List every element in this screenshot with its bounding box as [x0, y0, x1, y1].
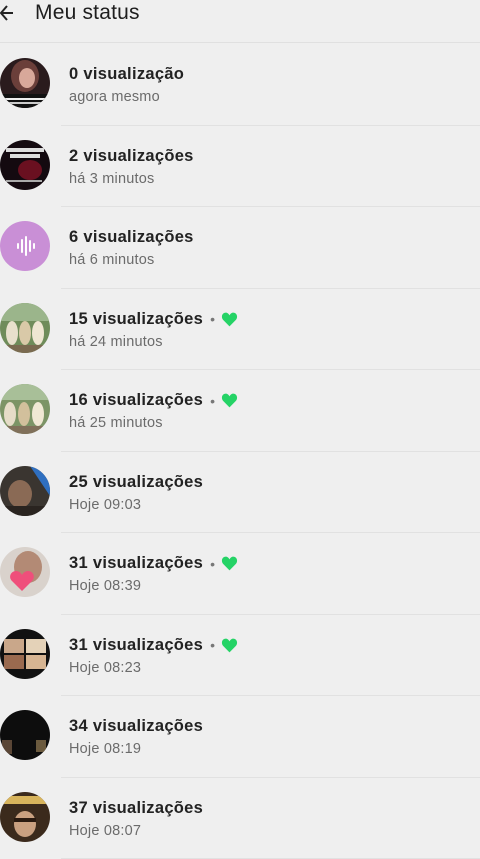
status-item[interactable]: 15 visualizações • há 24 minutos [0, 289, 480, 371]
view-count: 0 visualização [69, 65, 184, 84]
status-time: agora mesmo [69, 89, 160, 105]
status-time: há 3 minutos [69, 171, 154, 187]
status-thumbnail[interactable] [0, 466, 50, 516]
status-thumbnail[interactable] [0, 547, 50, 597]
view-count: 37 visualizações [69, 799, 203, 818]
header-divider [0, 42, 480, 43]
status-thumbnail[interactable] [0, 710, 50, 760]
view-count: 34 visualizações [69, 717, 203, 736]
status-thumbnail[interactable] [0, 58, 50, 108]
status-time: Hoje 08:19 [69, 741, 141, 757]
status-item[interactable]: 16 visualizações • há 25 minutos [0, 370, 480, 452]
status-item[interactable]: 25 visualizações Hoje 09:03 [0, 452, 480, 534]
green-heart-icon [221, 312, 238, 327]
status-list: 0 visualização agora mesmo 2 visualizaçõ… [0, 44, 480, 859]
status-time: Hoje 08:39 [69, 578, 141, 594]
status-item[interactable]: 37 visualizações Hoje 08:07 [0, 778, 480, 859]
status-item[interactable]: 31 visualizações • Hoje 08:39 [0, 533, 480, 615]
status-item[interactable]: 6 visualizações há 6 minutos [0, 207, 480, 289]
top-bar: Meu status [0, 0, 480, 30]
status-thumbnail[interactable] [0, 140, 50, 190]
status-item[interactable]: 34 visualizações Hoje 08:19 [0, 696, 480, 778]
status-thumbnail[interactable] [0, 629, 50, 679]
view-count-text: 34 visualizações [69, 717, 203, 736]
status-thumbnail[interactable] [0, 221, 50, 271]
status-time: Hoje 08:07 [69, 823, 141, 839]
view-count-text: 6 visualizações [69, 228, 194, 247]
view-count-text: 31 visualizações [69, 636, 203, 655]
view-count: 31 visualizações • [69, 636, 238, 655]
status-time: Hoje 08:23 [69, 660, 141, 676]
view-count-text: 25 visualizações [69, 473, 203, 492]
status-thumbnail[interactable] [0, 792, 50, 842]
green-heart-icon [221, 638, 238, 653]
view-count: 15 visualizações • [69, 310, 238, 329]
view-count: 16 visualizações • [69, 391, 238, 410]
green-heart-icon [221, 556, 238, 571]
status-time: há 24 minutos [69, 334, 163, 350]
back-arrow-icon[interactable] [0, 3, 14, 23]
separator-dot: • [210, 311, 215, 327]
status-item[interactable]: 0 visualização agora mesmo [0, 44, 480, 126]
green-heart-icon [221, 393, 238, 408]
view-count-text: 31 visualizações [69, 554, 203, 573]
status-time: há 6 minutos [69, 252, 154, 268]
separator-dot: • [210, 393, 215, 409]
view-count-text: 2 visualizações [69, 147, 194, 166]
view-count-text: 37 visualizações [69, 799, 203, 818]
view-count-text: 0 visualização [69, 65, 184, 84]
view-count-text: 15 visualizações [69, 310, 203, 329]
view-count: 2 visualizações [69, 147, 194, 166]
separator-dot: • [210, 637, 215, 653]
status-item[interactable]: 31 visualizações • Hoje 08:23 [0, 615, 480, 697]
view-count: 6 visualizações [69, 228, 194, 247]
view-count: 25 visualizações [69, 473, 203, 492]
status-time: há 25 minutos [69, 415, 163, 431]
view-count-text: 16 visualizações [69, 391, 203, 410]
view-count: 31 visualizações • [69, 554, 238, 573]
status-item[interactable]: 2 visualizações há 3 minutos [0, 126, 480, 208]
status-time: Hoje 09:03 [69, 497, 141, 513]
status-thumbnail[interactable] [0, 384, 50, 434]
separator-dot: • [210, 556, 215, 572]
status-thumbnail[interactable] [0, 303, 50, 353]
page-title: Meu status [35, 1, 140, 25]
